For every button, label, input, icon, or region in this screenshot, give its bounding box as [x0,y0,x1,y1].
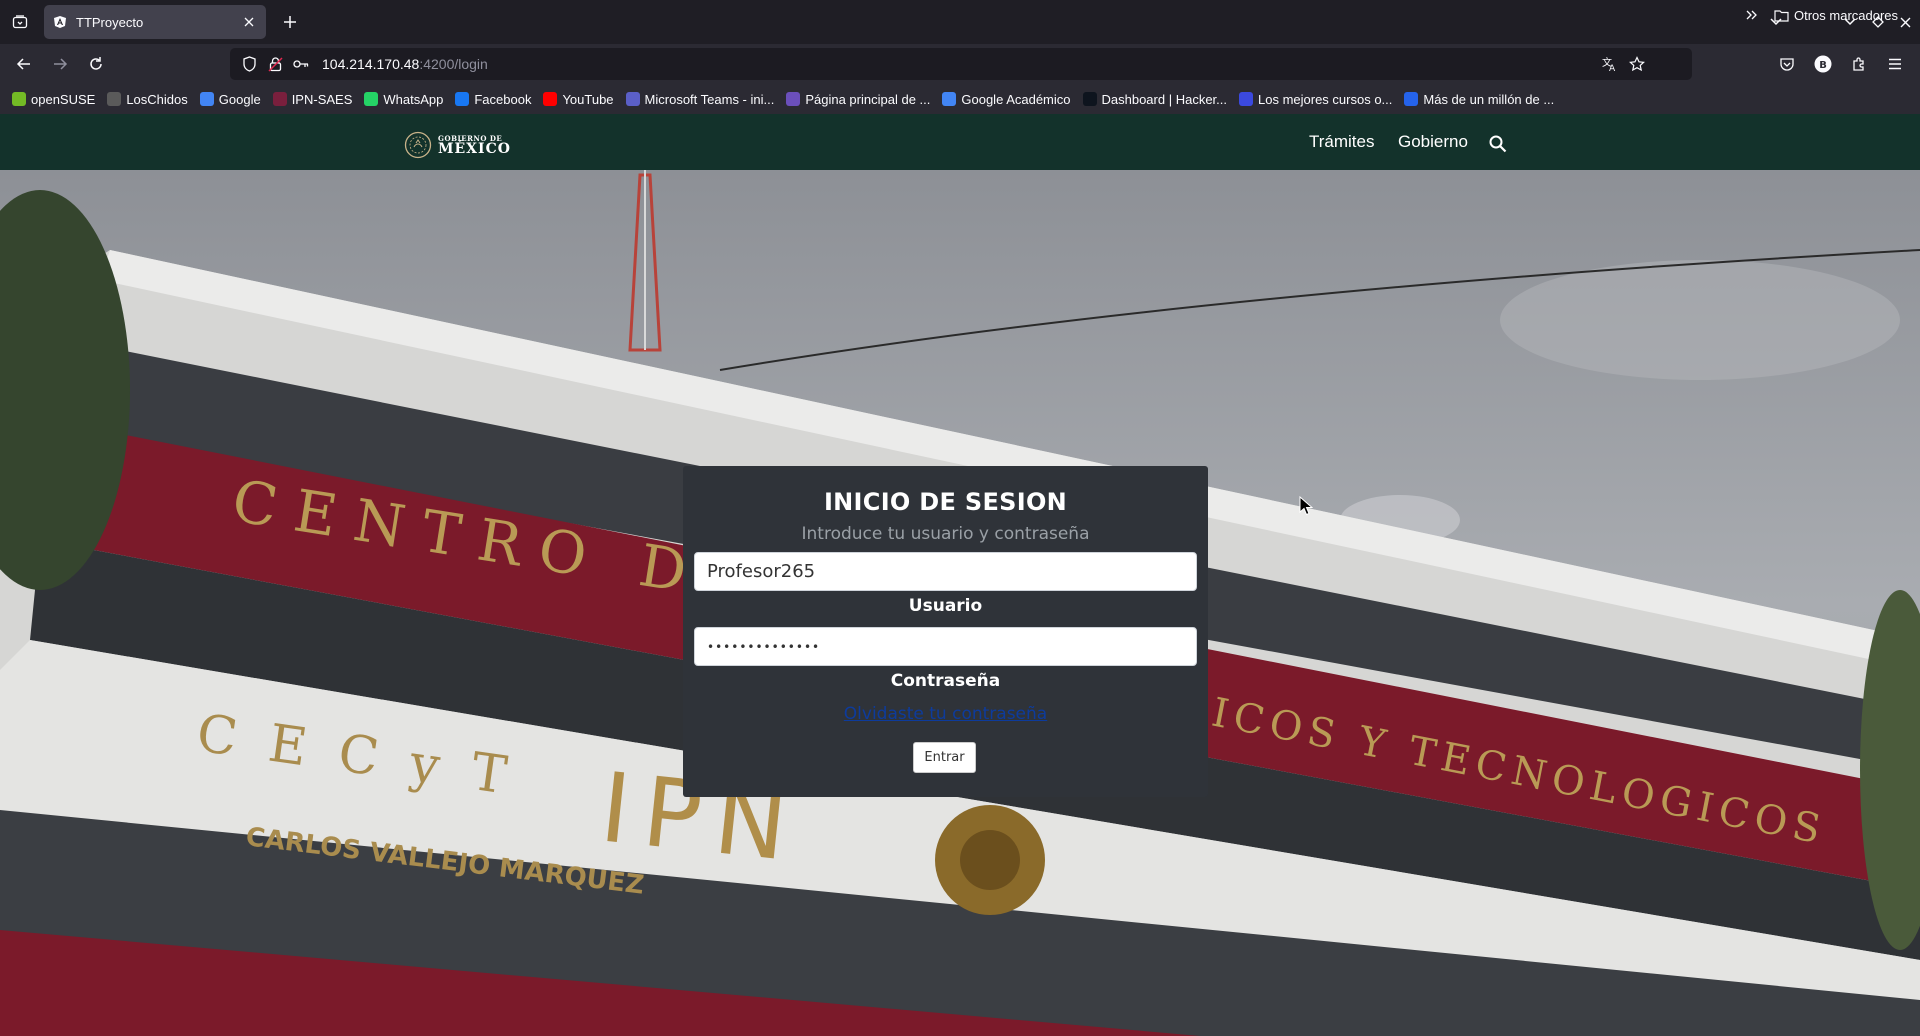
bookmark-favicon-icon [625,92,640,106]
address-bar[interactable]: 104.214.170.48:4200/login 文A [230,48,1692,80]
bookmark-favicon-icon [1082,92,1097,106]
bookmark-favicon-icon [1239,92,1253,106]
nav-gobierno[interactable]: Gobierno [1398,132,1468,152]
nav-tramites[interactable]: Trámites [1309,132,1375,152]
bookmark-label: Facebook [474,91,532,107]
forgot-password-link[interactable]: Olvidaste tu contraseña [683,704,1208,724]
username-input[interactable] [694,552,1197,591]
tab-list-icon [12,15,28,29]
folder-icon [1774,9,1789,22]
gob-header: GOBIERNO DE MÉXICO Trámites Gobierno [0,114,1920,170]
bookmark-favicon-icon [455,92,470,106]
bookmark-label: Google Académico [961,91,1071,107]
bookmark-item[interactable]: Los mejores cursos o... [1239,92,1392,107]
login-submit-button[interactable]: Entrar [913,742,976,773]
bookmark-label: Página principal de ... [805,91,931,107]
tab-bar: TTProyecto [0,0,1920,44]
search-icon[interactable] [1488,134,1508,154]
forward-button[interactable] [48,52,72,76]
profile-initial: B [1819,60,1827,71]
back-button[interactable] [12,52,36,76]
password-label: Contraseña [890,671,1001,691]
bookmark-favicon-icon [1404,92,1419,106]
translate-icon[interactable]: 文A [1598,53,1620,75]
bookmark-item[interactable]: IPN-SAES [272,91,353,107]
close-tab-icon[interactable] [240,13,258,31]
tab-title: TTProyecto [76,14,144,30]
bookmark-label: Google [218,91,261,107]
avatar: B [1814,55,1832,73]
bookmark-item[interactable]: Página principal de ... [786,92,930,107]
bookmark-item[interactable]: Microsoft Teams - ini... [625,91,775,107]
bookmark-favicon-icon [107,92,122,106]
extensions-button[interactable] [1847,52,1871,76]
bookmark-label: Más de un millón de ... [1423,91,1555,107]
bookmark-item[interactable]: WhatsApp [364,92,443,107]
url-host: 104.214.170.48 [322,56,420,72]
tab-ttproyecto[interactable]: TTProyecto [44,5,266,39]
bookmarks-toolbar: openSUSE LosChidos Google IPN-SAES WhatsApp F… [0,84,1920,114]
url-text: 104.214.170.48:4200/login [322,56,488,72]
bookmark-favicon-icon [786,92,801,106]
gob-mx-logo[interactable]: GOBIERNO DE MÉXICO [404,131,511,159]
double-chevron-right-icon [1746,10,1757,20]
svg-text:A: A [1609,64,1616,72]
web-page: GOBIERNO DE MÉXICO Trámites Gobierno CEN… [0,114,1920,1036]
other-bookmarks-label: Otros marcadores [1794,7,1899,23]
puzzle-icon [1853,57,1864,71]
plus-icon [284,16,296,28]
list-all-tabs-button[interactable] [8,10,32,34]
new-tab-button[interactable] [278,10,302,34]
bookmark-label: IPN-SAES [291,91,353,107]
navigation-toolbar: 104.214.170.48:4200/login 文A B [0,44,1920,84]
login-title: INICIO DE SESION [823,488,1068,516]
insecure-lock-icon[interactable] [264,53,286,75]
bookmark-item[interactable]: Google Académico [942,91,1071,107]
arrow-left-icon [16,58,30,70]
shield-icon[interactable] [238,53,260,75]
pocket-icon [1780,58,1794,71]
reload-icon [90,57,102,70]
bookmark-label: Microsoft Teams - ini... [644,91,775,107]
hamburger-icon [1889,58,1901,70]
bookmark-label: LosChidos [126,91,188,107]
more-bookmarks-button[interactable] [1744,7,1760,23]
account-button[interactable]: B [1811,52,1835,76]
bookmark-star-icon[interactable] [1626,53,1648,75]
url-path: :4200/login [419,56,488,72]
other-bookmarks-folder[interactable]: Otros marcadores [1774,0,1898,30]
bookmark-favicon-icon [543,92,558,106]
reload-button[interactable] [84,52,108,76]
password-input[interactable] [694,627,1197,666]
logo-big-text: MÉXICO [438,140,511,157]
bookmark-label: Los mejores cursos o... [1258,91,1393,107]
close-icon [1900,17,1910,27]
app-menu-button[interactable] [1883,52,1907,76]
bookmark-favicon-icon [199,92,214,106]
login-card: INICIO DE SESION Introduce tu usuario y … [683,466,1208,797]
bookmark-item[interactable]: YouTube [543,91,614,107]
bookmark-label: openSUSE [31,91,96,107]
arrow-right-icon [54,58,68,70]
bookmark-label: YouTube [562,91,614,107]
angular-favicon-icon [52,14,68,30]
key-icon[interactable] [290,53,312,75]
mouse-pointer-icon [1299,496,1313,516]
bookmark-favicon-icon [272,92,287,106]
bookmark-item[interactable]: Facebook [455,92,531,107]
bookmark-favicon-icon [942,92,957,106]
bookmark-favicon-icon [12,92,26,106]
username-label: Usuario [908,596,983,616]
pocket-button[interactable] [1775,52,1799,76]
bookmark-item[interactable]: Dashboard | Hacker... [1082,91,1228,107]
bookmark-item[interactable]: LosChidos [107,91,188,107]
bookmark-item[interactable]: Google [199,91,261,107]
bookmark-item[interactable]: openSUSE [12,92,95,107]
bookmark-label: WhatsApp [383,91,444,107]
bookmark-label: Dashboard | Hacker... [1101,91,1228,107]
login-subtitle: Introduce tu usuario y contraseña [801,524,1090,544]
national-seal-icon [404,131,432,159]
bookmark-favicon-icon [364,92,379,106]
bookmark-item[interactable]: Más de un millón de ... [1404,92,1554,107]
